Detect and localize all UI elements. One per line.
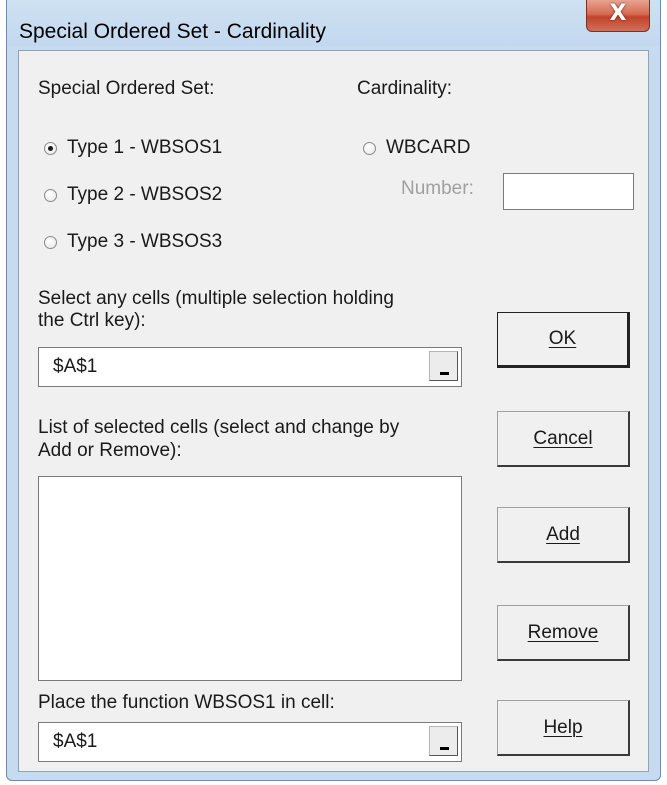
radio-selected-icon	[44, 141, 57, 155]
title-bar[interactable]: Special Ordered Set - Cardinality X	[7, 0, 660, 50]
add-button-label: Add	[546, 523, 580, 545]
radio-sos-type2[interactable]: Type 2 - WBSOS2	[44, 184, 222, 206]
dialog-window: Special Ordered Set - Cardinality X Spec…	[6, 0, 661, 781]
selected-cells-listbox[interactable]	[38, 476, 462, 681]
radio-sos-type3[interactable]: Type 3 - WBSOS3	[44, 231, 222, 253]
add-button[interactable]: Add	[497, 507, 630, 563]
select-cells-refedit[interactable]: $A$1	[38, 347, 462, 387]
ok-button[interactable]: OK	[497, 312, 630, 368]
radio-unselected-icon	[44, 188, 57, 202]
close-icon: X	[609, 1, 627, 26]
close-button[interactable]: X	[586, 0, 650, 32]
radio-unselected-icon	[44, 235, 57, 249]
number-input[interactable]	[503, 173, 634, 210]
help-button-label: Help	[543, 716, 583, 738]
cardinality-heading: Cardinality:	[357, 78, 453, 99]
sos-heading: Special Ordered Set:	[38, 78, 215, 99]
cancel-button-label: Cancel	[533, 427, 593, 449]
remove-button-label: Remove	[527, 621, 599, 643]
radio-sos-type3-label: Type 3 - WBSOS3	[67, 231, 223, 252]
radio-wbcard-label: WBCARD	[386, 137, 471, 158]
remove-button[interactable]: Remove	[497, 605, 630, 661]
radio-sos-type1-label: Type 1 - WBSOS1	[67, 137, 223, 158]
radio-sos-type2-label: Type 2 - WBSOS2	[67, 184, 223, 205]
place-function-label: Place the function WBSOS1 in cell:	[38, 692, 335, 713]
place-function-collapse-button[interactable]	[429, 726, 458, 756]
place-function-refedit[interactable]: $A$1	[38, 722, 462, 762]
place-function-value: $A$1	[53, 731, 98, 752]
cancel-button[interactable]: Cancel	[497, 411, 630, 467]
select-cells-label-line2: the Ctrl key):	[38, 310, 146, 331]
select-cells-value: $A$1	[53, 356, 98, 377]
radio-wbcard[interactable]: WBCARD	[363, 137, 470, 159]
radio-sos-type1[interactable]: Type 1 - WBSOS1	[44, 137, 222, 159]
dialog-title: Special Ordered Set - Cardinality	[19, 20, 326, 43]
select-cells-label-line1: Select any cells (multiple selection hol…	[38, 288, 394, 309]
list-cells-label-line1: List of selected cells (select and chang…	[38, 417, 400, 438]
list-cells-label-line2: Add or Remove):	[38, 440, 182, 461]
ok-button-label: OK	[548, 328, 577, 349]
dialog-body: Special Ordered Set: Type 1 - WBSOS1 Typ…	[18, 50, 649, 772]
select-cells-collapse-button[interactable]	[429, 351, 458, 381]
number-label: Number:	[401, 178, 474, 199]
help-button[interactable]: Help	[497, 700, 630, 756]
radio-unselected-icon	[363, 141, 376, 155]
